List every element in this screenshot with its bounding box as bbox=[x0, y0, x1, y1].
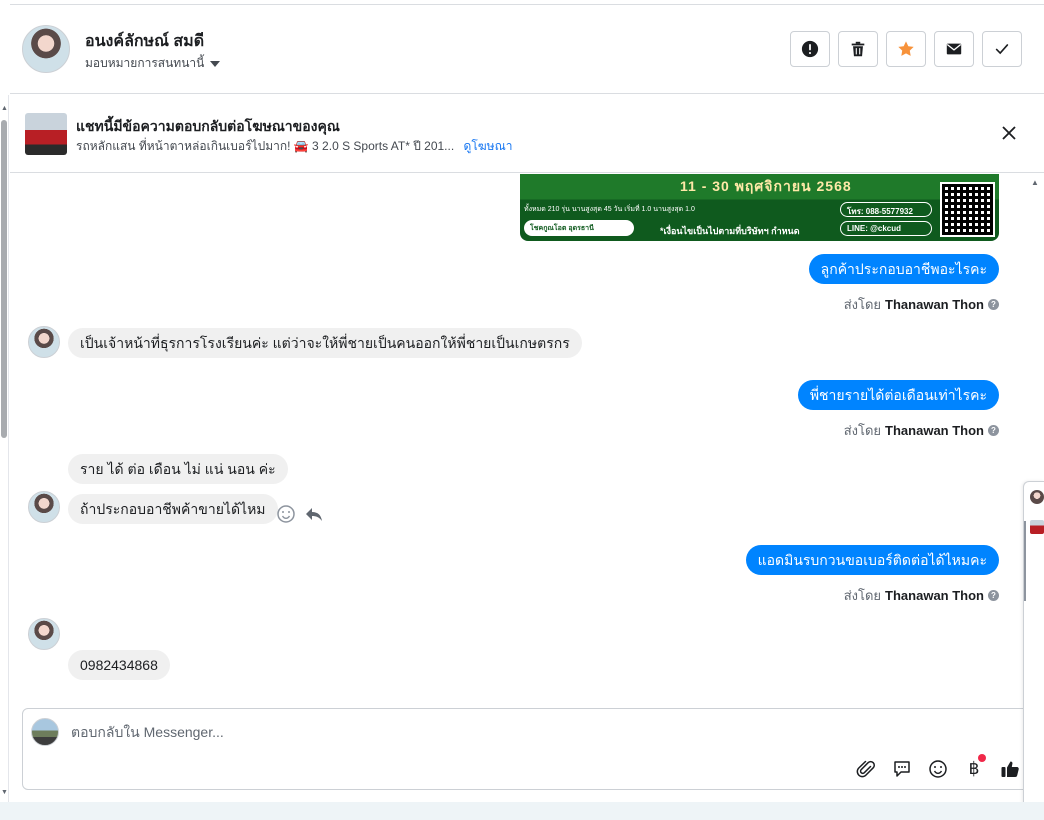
contact-avatar[interactable] bbox=[22, 25, 70, 73]
like-button[interactable] bbox=[999, 758, 1021, 780]
help-icon[interactable]: ? bbox=[988, 425, 999, 436]
side-chat-panel[interactable] bbox=[1023, 481, 1044, 816]
close-icon[interactable] bbox=[1001, 125, 1017, 141]
checkmark-icon bbox=[995, 44, 1009, 55]
qr-code-icon bbox=[940, 182, 995, 237]
contact-name[interactable]: อนงค์ลักษณ์ สมดี bbox=[85, 29, 204, 54]
promo-date: 11 - 30 พฤศจิกายน 2568 bbox=[680, 178, 852, 194]
reply-arrow-icon[interactable] bbox=[304, 504, 324, 524]
incoming-message[interactable]: 0982434868 bbox=[68, 650, 170, 680]
star-button[interactable] bbox=[886, 31, 926, 67]
scroll-up-arrow-icon[interactable]: ▲ bbox=[1031, 178, 1039, 187]
caret-down-icon bbox=[210, 60, 221, 67]
help-icon[interactable]: ? bbox=[988, 299, 999, 310]
star-icon bbox=[898, 41, 914, 56]
reply-input[interactable] bbox=[71, 721, 771, 743]
promo-line-id: LINE: @ckcud bbox=[840, 221, 932, 236]
ad-thumbnail[interactable] bbox=[25, 113, 67, 155]
promo-image-message[interactable]: 11 - 30 พฤศจิกายน 2568 ทั้งหมด 210 รุ่น … bbox=[520, 174, 999, 241]
sent-by-label: ส่งโดย Thanawan Thon ? bbox=[844, 585, 999, 606]
mark-done-button[interactable] bbox=[982, 31, 1022, 67]
side-panel-ad-thumb[interactable] bbox=[1030, 520, 1044, 534]
sent-by-prefix: ส่งโดย bbox=[843, 423, 882, 438]
header-actions bbox=[790, 31, 1022, 67]
incoming-message[interactable]: ถ้าประกอบอาชีพค้าขายได้ไหม bbox=[68, 494, 278, 524]
incoming-message[interactable]: ราย ได้ ต่อ เดือน ไม่ แน่ นอน ค่ะ bbox=[68, 454, 288, 484]
ad-reply-banner: แชทนี้มีข้อความตอบกลับต่อโฆษณาของคุณ รถห… bbox=[10, 95, 1044, 173]
attachment-button[interactable] bbox=[855, 758, 877, 780]
payment-baht-icon: ฿ bbox=[968, 759, 980, 778]
inbox-conversation-view: ▲ ▼ อนงค์ลักษณ์ สมดี มอบหมายการสนทนานี้ bbox=[0, 0, 1044, 820]
notification-dot bbox=[978, 754, 986, 762]
sent-by-prefix: ส่งโดย bbox=[843, 297, 882, 312]
attachment-icon bbox=[856, 760, 875, 778]
contact-message-avatar bbox=[28, 618, 60, 650]
scrollbar-thumb[interactable] bbox=[1, 120, 7, 438]
sender-name[interactable]: Thanawan Thon bbox=[885, 297, 984, 312]
mark-unread-button[interactable] bbox=[934, 31, 974, 67]
ad-text: รถหลักแสน ที่หน้าตาหล่อเกินเบอร์ไปมาก! 🚘… bbox=[76, 139, 455, 153]
bottom-strip bbox=[0, 802, 1044, 820]
page-avatar bbox=[31, 718, 59, 746]
conversation-header: อนงค์ลักษณ์ สมดี มอบหมายการสนทนานี้ bbox=[10, 5, 1044, 94]
like-icon bbox=[1001, 761, 1019, 777]
reply-composer: ฿ bbox=[22, 708, 1032, 790]
saved-reply-button[interactable] bbox=[891, 758, 913, 780]
assign-conversation-dropdown[interactable]: มอบหมายการสนทนานี้ bbox=[85, 54, 221, 73]
side-panel-scroll bbox=[1024, 521, 1026, 601]
outgoing-message[interactable]: พี่ชายรายได้ต่อเดือนเท่าไรคะ bbox=[797, 380, 999, 410]
left-scrollbar[interactable]: ▲ ▼ bbox=[0, 95, 9, 805]
delete-button[interactable] bbox=[838, 31, 878, 67]
contact-message-avatar bbox=[28, 326, 60, 358]
message-thread[interactable]: 11 - 30 พฤศจิกายน 2568 ทั้งหมด 210 รุ่น … bbox=[10, 174, 1026, 704]
incoming-message[interactable]: เป็นเจ้าหน้าที่ธุรการโรงเรียนค่ะ แต่ว่าจ… bbox=[68, 328, 582, 358]
trash-icon bbox=[851, 41, 865, 57]
sent-by-prefix: ส่งโดย bbox=[843, 588, 882, 603]
message-hover-tools bbox=[276, 504, 324, 524]
contact-message-avatar bbox=[28, 491, 60, 523]
promo-details: ทั้งหมด 210 รุ่น นานสูงสุด 45 วัน เริ่มท… bbox=[524, 206, 695, 213]
scroll-down-arrow-icon[interactable]: ▼ bbox=[1, 789, 8, 796]
scroll-up-arrow-icon[interactable]: ▲ bbox=[1, 105, 8, 112]
promo-note: *เงื่อนไขเป็นไปตามที่บริษัทฯ กำหนด bbox=[660, 226, 800, 236]
payment-button[interactable]: ฿ bbox=[963, 754, 986, 780]
react-emoji-icon[interactable] bbox=[276, 504, 296, 524]
view-ad-link[interactable]: ดูโฆษณา bbox=[464, 139, 513, 153]
sender-name[interactable]: Thanawan Thon bbox=[885, 423, 984, 438]
ad-banner-subtitle: รถหลักแสน ที่หน้าตาหล่อเกินเบอร์ไปมาก! 🚘… bbox=[76, 137, 512, 156]
sent-by-label: ส่งโดย Thanawan Thon ? bbox=[844, 420, 999, 441]
emoji-icon bbox=[929, 760, 947, 778]
saved-reply-icon bbox=[894, 761, 910, 777]
promo-phone: โทร: 088-5577932 bbox=[840, 202, 932, 217]
ad-banner-title: แชทนี้มีข้อความตอบกลับต่อโฆษณาของคุณ bbox=[76, 118, 340, 134]
emoji-button[interactable] bbox=[927, 758, 949, 780]
sender-name[interactable]: Thanawan Thon bbox=[885, 588, 984, 603]
assign-label: มอบหมายการสนทนานี้ bbox=[85, 56, 205, 70]
envelope-icon bbox=[946, 43, 962, 55]
side-panel-avatar[interactable] bbox=[1030, 490, 1044, 504]
sent-by-label: ส่งโดย Thanawan Thon ? bbox=[844, 294, 999, 315]
outgoing-message[interactable]: แอดมินรบกวนขอเบอร์ติดต่อได้ไหมคะ bbox=[745, 545, 999, 575]
composer-tools: ฿ bbox=[855, 754, 1021, 780]
help-icon[interactable]: ? bbox=[988, 590, 999, 601]
alert-icon bbox=[801, 40, 819, 58]
promo-logo: โชคกูณโอต อุดรธานี bbox=[524, 220, 634, 236]
mark-spam-button[interactable] bbox=[790, 31, 830, 67]
outgoing-message[interactable]: ลูกค้าประกอบอาชีพอะไรคะ bbox=[808, 254, 999, 284]
